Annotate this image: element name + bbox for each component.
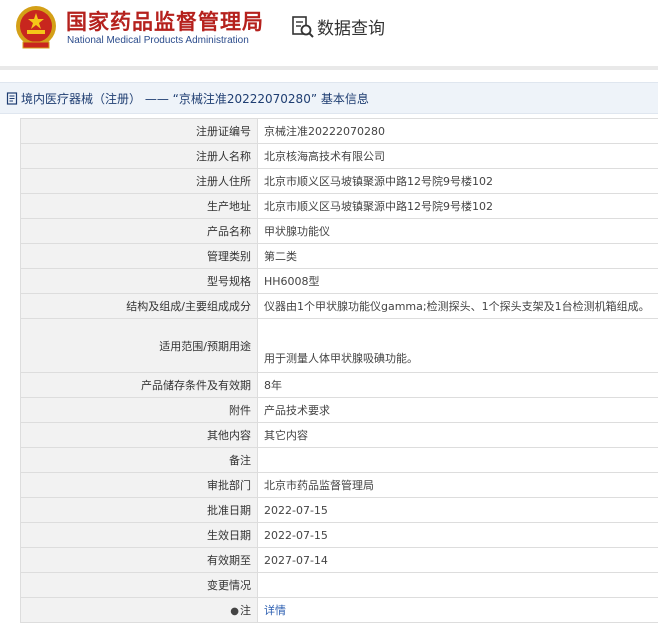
table-row: 注册证编号 京械注准20222070280 — [20, 118, 658, 144]
row-value: 北京核海高技术有限公司 — [257, 143, 658, 169]
table-row: 管理类别 第二类 — [20, 243, 658, 269]
row-value: 其它内容 — [257, 422, 658, 448]
row-label: 备注 — [20, 447, 258, 473]
table-row: 变更情况 — [20, 572, 658, 598]
data-query-link[interactable]: 数据查询 — [291, 14, 385, 39]
table-row: 批准日期 2022-07-15 — [20, 497, 658, 523]
table-row: 产品名称 甲状腺功能仪 — [20, 218, 658, 244]
row-value: 2022-07-15 — [257, 497, 658, 523]
row-label: 有效期至 — [20, 547, 258, 573]
row-label: 结构及组成/主要组成成分 — [20, 293, 258, 319]
data-query-label: 数据查询 — [317, 19, 385, 39]
row-value: 仪器由1个甲状腺功能仪gamma;检测探头、1个探头支架及1台检测机箱组成。 — [257, 293, 658, 319]
row-label: 其他内容 — [20, 422, 258, 448]
row-label: 注册人名称 — [20, 143, 258, 169]
section-header: 境内医疗器械（注册） —— “京械注准20222070280” 基本信息 — [0, 82, 658, 114]
row-value — [257, 447, 658, 473]
row-label: 适用范围/预期用途 — [20, 318, 258, 373]
table-row: 适用范围/预期用途 用于测量人体甲状腺吸碘功能。 — [20, 318, 658, 373]
table-row: ●注 详情 — [20, 597, 658, 623]
document-icon — [6, 91, 18, 105]
table-row: 结构及组成/主要组成成分 仪器由1个甲状腺功能仪gamma;检测探头、1个探头支… — [20, 293, 658, 319]
table-row: 产品储存条件及有效期 8年 — [20, 372, 658, 398]
row-value: 甲状腺功能仪 — [257, 218, 658, 244]
row-label: 附件 — [20, 397, 258, 423]
row-value: HH6008型 — [257, 268, 658, 294]
national-emblem-icon — [16, 6, 56, 49]
table-row: 附件 产品技术要求 — [20, 397, 658, 423]
row-label: 型号规格 — [20, 268, 258, 294]
table-row: 有效期至 2027-07-14 — [20, 547, 658, 573]
document-search-icon — [292, 15, 314, 38]
table-row: 其他内容 其它内容 — [20, 422, 658, 448]
table-row: 审批部门 北京市药品监督管理局 — [20, 472, 658, 498]
table-row: 注册人住所 北京市顺义区马坡镇聚源中路12号院9号楼102 — [20, 168, 658, 194]
row-value — [257, 572, 658, 598]
row-label: 审批部门 — [20, 472, 258, 498]
row-value: 产品技术要求 — [257, 397, 658, 423]
pin-icon: ● — [230, 606, 239, 617]
table-row: 备注 — [20, 447, 658, 473]
row-label: 变更情况 — [20, 572, 258, 598]
row-label: 产品名称 — [20, 218, 258, 244]
row-label: 批准日期 — [20, 497, 258, 523]
row-label: 注册证编号 — [20, 118, 258, 144]
details-link[interactable]: 详情 — [264, 604, 286, 617]
table-row: 型号规格 HH6008型 — [20, 268, 658, 294]
row-value: 用于测量人体甲状腺吸碘功能。 — [257, 318, 658, 373]
row-value: 京械注准20222070280 — [257, 118, 658, 144]
table-row: 生产地址 北京市顺义区马坡镇聚源中路12号院9号楼102 — [20, 193, 658, 219]
row-value: 8年 — [257, 372, 658, 398]
site-header: 国家药品监督管理局 National Medical Products Admi… — [0, 0, 658, 70]
row-value: 第二类 — [257, 243, 658, 269]
row-label: 生产地址 — [20, 193, 258, 219]
brand-name-en[interactable]: National Medical Products Administration — [67, 35, 249, 46]
row-value: 北京市顺义区马坡镇聚源中路12号院9号楼102 — [257, 168, 658, 194]
note-label: 注 — [240, 604, 251, 617]
row-value: 2022-07-15 — [257, 522, 658, 548]
row-value: 2027-07-14 — [257, 547, 658, 573]
row-value: 北京市药品监督管理局 — [257, 472, 658, 498]
row-label-note: ●注 — [20, 597, 258, 623]
table-row: 生效日期 2022-07-15 — [20, 522, 658, 548]
table-row: 注册人名称 北京核海高技术有限公司 — [20, 143, 658, 169]
row-value: 详情 — [257, 597, 658, 623]
row-label: 生效日期 — [20, 522, 258, 548]
row-label: 管理类别 — [20, 243, 258, 269]
section-title: 境内医疗器械（注册） —— “京械注准20222070280” 基本信息 — [21, 91, 369, 106]
row-value: 北京市顺义区马坡镇聚源中路12号院9号楼102 — [257, 193, 658, 219]
row-label: 产品储存条件及有效期 — [20, 372, 258, 398]
brand-name-cn[interactable]: 国家药品监督管理局 — [66, 6, 264, 36]
device-info-table: 注册证编号 京械注准20222070280 注册人名称 北京核海高技术有限公司 … — [20, 118, 658, 623]
row-label: 注册人住所 — [20, 168, 258, 194]
